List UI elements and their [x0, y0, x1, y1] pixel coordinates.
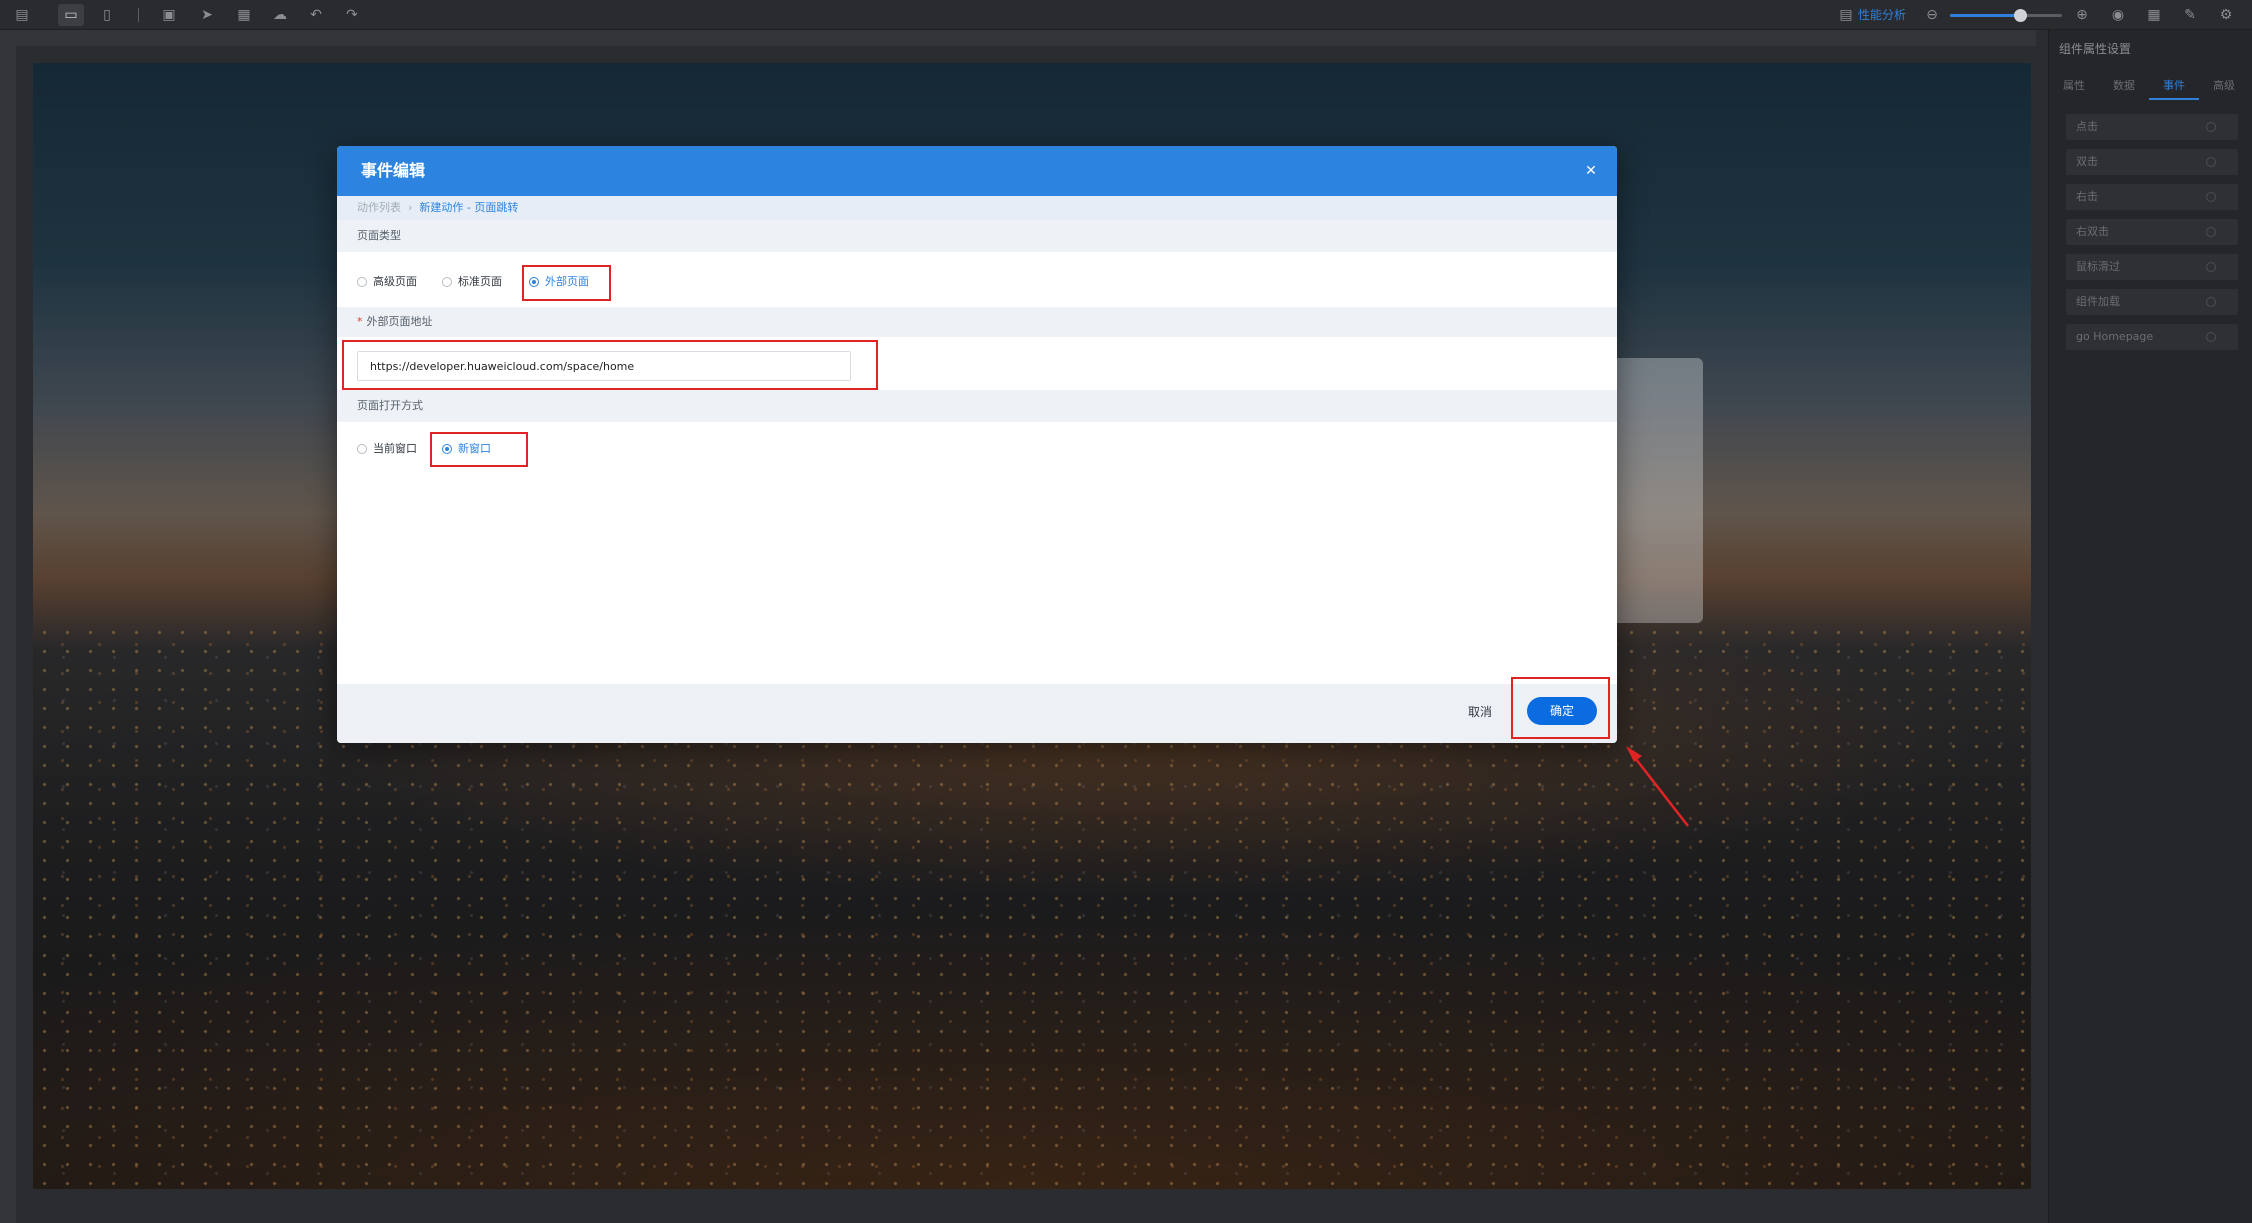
dialog-footer: 取消 确定	[337, 684, 1617, 743]
top-toolbar: ▤ ▭ ▯ ▣ ➤ ▦ ☁ ↶ ↷ ▤ 性能分析 ⊖ ⊕ ◉ ▦ ✎ ⚙	[0, 0, 2252, 30]
event-item-label: 组件加载	[2076, 295, 2120, 308]
desktop-icon[interactable]: ▭	[58, 4, 84, 26]
required-mark: *	[357, 315, 363, 328]
panel-title: 组件属性设置	[2059, 42, 2132, 56]
highlight-confirm-button	[1511, 677, 1610, 739]
event-edit-dialog: 事件编辑 ✕ 动作列表 › 新建动作 - 页面跳转 页面类型 高级页面 标准页面 外…	[337, 146, 1617, 743]
event-item-rightclick[interactable]: 右击	[2066, 184, 2238, 210]
toolbar-divider	[138, 8, 139, 22]
vertical-ruler	[0, 30, 16, 1223]
horizontal-ruler	[16, 30, 2036, 46]
zoom-slider-handle[interactable]	[2014, 9, 2027, 22]
tab-advanced[interactable]: 高级	[2199, 72, 2249, 100]
cloud-icon[interactable]: ☁	[272, 7, 288, 23]
settings-icon[interactable]: ⚙	[2218, 7, 2234, 23]
radio-current-window[interactable]: 当前窗口	[357, 439, 417, 459]
add-icon[interactable]	[2206, 297, 2216, 307]
event-item-label: 点击	[2076, 120, 2098, 133]
save-icon[interactable]: ▣	[161, 7, 177, 23]
event-item-label: 双击	[2076, 155, 2098, 168]
zoom-out-icon[interactable]: ⊖	[1924, 7, 1940, 23]
radio-label: 标准页面	[458, 275, 502, 288]
radio-label: 高级页面	[373, 275, 417, 288]
add-icon[interactable]	[2206, 227, 2216, 237]
dialog-title: 事件编辑	[361, 161, 426, 180]
highlight-external-page	[522, 265, 611, 301]
radio-circle	[357, 277, 367, 287]
panel-tabs: 属性 数据 事件 高级	[2049, 72, 2252, 100]
page-type-label: 页面类型	[337, 220, 1617, 252]
eye-icon[interactable]: ◉	[2110, 7, 2126, 23]
add-icon[interactable]	[2206, 262, 2216, 272]
breadcrumb: 动作列表 › 新建动作 - 页面跳转	[337, 196, 1617, 220]
zoom-in-icon[interactable]: ⊕	[2074, 7, 2090, 23]
redo-icon[interactable]: ↷	[344, 7, 360, 23]
event-item-label: 右击	[2076, 190, 2098, 203]
event-item-click[interactable]: 点击	[2066, 114, 2238, 140]
chevron-right-icon: ›	[408, 201, 413, 214]
edit-icon[interactable]: ✎	[2182, 7, 2198, 23]
preview-icon[interactable]: ▦	[236, 7, 252, 23]
breadcrumb-action-list[interactable]: 动作列表	[357, 201, 401, 214]
undo-icon[interactable]: ↶	[308, 7, 324, 23]
background-panel	[1603, 358, 1703, 623]
external-url-label-text: 外部页面地址	[366, 315, 433, 328]
highlight-new-window	[430, 432, 528, 467]
event-item-hover[interactable]: 鼠标滑过	[2066, 254, 2238, 280]
tab-properties[interactable]: 属性	[2049, 72, 2099, 100]
add-icon[interactable]	[2206, 332, 2216, 342]
tab-data[interactable]: 数据	[2099, 72, 2149, 100]
perf-analysis-link[interactable]: 性能分析	[1858, 8, 1906, 22]
zoom-slider[interactable]	[1950, 9, 2062, 22]
radio-standard-page[interactable]: 标准页面	[442, 272, 502, 292]
radio-label: 当前窗口	[373, 442, 417, 455]
layout-icon[interactable]: ▤	[14, 7, 30, 23]
event-item-dblclick[interactable]: 双击	[2066, 149, 2238, 175]
external-url-label: * 外部页面地址	[337, 307, 1617, 337]
breadcrumb-current: 新建动作 - 页面跳转	[419, 201, 519, 214]
event-item-label: go Homepage	[2076, 330, 2154, 343]
radio-advanced-page[interactable]: 高级页面	[357, 272, 417, 292]
chart-icon: ▤	[1839, 7, 1853, 23]
grid-icon[interactable]: ▦	[2146, 7, 2162, 23]
event-item-label: 鼠标滑过	[2076, 260, 2120, 273]
radio-circle	[442, 277, 452, 287]
properties-panel: 组件属性设置 属性 数据 事件 高级 点击 双击 右击 右双击 鼠标滑过 组件加…	[2048, 30, 2252, 1223]
close-icon[interactable]: ✕	[1581, 161, 1601, 181]
zoom-slider-fill	[1950, 14, 2020, 17]
event-item-label: 右双击	[2076, 225, 2109, 238]
cancel-button[interactable]: 取消	[1455, 699, 1505, 725]
event-item-load[interactable]: 组件加载	[2066, 289, 2238, 315]
tab-events[interactable]: 事件	[2149, 72, 2199, 100]
radio-circle	[357, 444, 367, 454]
send-icon[interactable]: ➤	[199, 7, 215, 23]
mobile-icon[interactable]: ▯	[99, 7, 115, 23]
highlight-url-input	[342, 340, 878, 390]
event-item-right-dblclick[interactable]: 右双击	[2066, 219, 2238, 245]
dialog-header: 事件编辑 ✕	[337, 146, 1617, 196]
add-icon[interactable]	[2206, 122, 2216, 132]
event-item-go-homepage[interactable]: go Homepage	[2066, 324, 2238, 350]
add-icon[interactable]	[2206, 157, 2216, 167]
add-icon[interactable]	[2206, 192, 2216, 202]
open-mode-label: 页面打开方式	[337, 390, 1617, 422]
